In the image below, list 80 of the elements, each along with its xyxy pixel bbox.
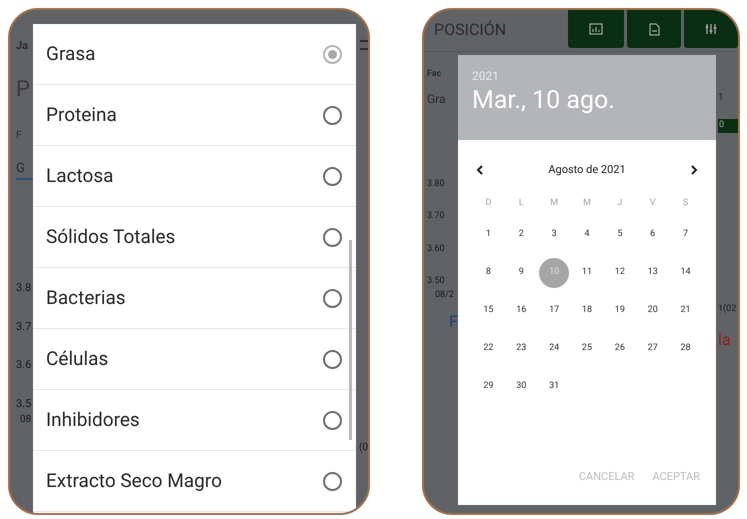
option-row[interactable]: Extracto Seco Magro <box>33 451 356 512</box>
option-row[interactable]: Grasa <box>33 24 356 85</box>
calendar-day[interactable]: 9 <box>506 258 536 288</box>
toolbar-button[interactable] <box>684 10 738 48</box>
weekday-label: M <box>549 196 560 210</box>
calendar-day[interactable]: 17 <box>539 296 570 326</box>
calendar-day[interactable]: 2 <box>506 220 536 250</box>
previous-month-icon[interactable] <box>476 165 483 176</box>
calendar-day[interactable]: 4 <box>572 220 602 250</box>
calendar-day[interactable]: 22 <box>473 334 504 364</box>
calendar-day[interactable]: 6 <box>638 220 668 250</box>
radio-button[interactable] <box>323 472 342 490</box>
backdrop-text: Ja <box>16 38 30 54</box>
sliders-icon <box>705 23 717 35</box>
chart-icon <box>589 23 603 35</box>
radio-button[interactable] <box>323 228 342 246</box>
radio-button[interactable] <box>323 166 342 186</box>
screen-title: POSICIÓN <box>433 19 508 41</box>
calendar-day[interactable]: 13 <box>638 258 668 288</box>
backdrop-text: F <box>16 128 23 142</box>
backdrop-text: 1(02 <box>718 302 738 316</box>
axis-label: 3.80 <box>427 178 446 190</box>
weekday-label: M <box>582 196 592 210</box>
calendar-day[interactable]: 21 <box>670 296 701 326</box>
document-icon <box>648 22 660 36</box>
axis-label: 08/2 <box>435 288 455 302</box>
option-row[interactable]: Proteina <box>33 85 356 146</box>
weekday-label: S <box>682 196 690 210</box>
backdrop-text: Fac <box>427 68 442 81</box>
calendar-day[interactable]: 16 <box>506 296 536 326</box>
radio-button[interactable] <box>323 288 342 308</box>
month-title: Agosto de 2021 <box>548 162 626 178</box>
calendar-day[interactable]: 15 <box>473 296 504 326</box>
backdrop-text: 1 <box>718 91 725 105</box>
calendar-day[interactable]: 25 <box>572 334 602 364</box>
calendar-day[interactable]: 26 <box>604 334 635 364</box>
next-month-icon[interactable] <box>690 165 698 176</box>
backdrop-text: 0 <box>718 119 738 132</box>
backdrop-text: F <box>449 311 459 333</box>
calendar-day[interactable]: 31 <box>539 372 570 402</box>
backdrop-text: (0 <box>358 441 368 455</box>
selected-date: Mar., 10 ago. <box>472 85 616 117</box>
calendar-day[interactable]: 14 <box>670 258 701 288</box>
calendar-day[interactable]: 11 <box>572 258 602 288</box>
axis-label: 3.50 <box>427 275 446 288</box>
calendar-day[interactable]: 28 <box>670 334 701 364</box>
calendar-day[interactable]: 3 <box>539 220 570 250</box>
calendar-day[interactable]: 8 <box>473 258 504 288</box>
weekday-label: D <box>484 196 492 210</box>
axis-label: 3.70 <box>427 210 446 223</box>
backdrop-text: la <box>718 329 732 351</box>
axis-label: 3.8 <box>16 280 32 296</box>
calendar-day[interactable]: 18 <box>572 296 602 326</box>
calendar-day[interactable]: 12 <box>604 258 635 288</box>
axis-label: 3.60 <box>427 242 446 256</box>
toolbar-button[interactable] <box>568 10 624 48</box>
axis-label: 3.7 <box>16 318 32 334</box>
radio-button[interactable] <box>323 410 342 430</box>
axis-label: 08 <box>20 413 32 427</box>
calendar-day[interactable]: 30 <box>506 372 536 402</box>
calendar-day[interactable]: 24 <box>539 334 570 364</box>
backdrop-text: Gra <box>427 90 447 108</box>
weekday-label: J <box>616 196 624 210</box>
calendar-day[interactable]: 23 <box>506 334 536 364</box>
calendar-day[interactable]: 20 <box>638 296 668 326</box>
calendar-day[interactable]: 1 <box>473 220 504 250</box>
calendar-day[interactable]: 27 <box>638 334 668 364</box>
weekday-label: L <box>518 196 525 210</box>
radio-button[interactable] <box>323 106 342 124</box>
option-row[interactable]: Lactosa <box>33 146 356 207</box>
menu-icon <box>360 40 368 50</box>
calendar-day[interactable]: 19 <box>604 296 635 326</box>
calendar-day[interactable]: 5 <box>604 220 635 250</box>
calendar-day[interactable]: 7 <box>670 220 701 250</box>
calendar-day[interactable]: 29 <box>473 372 504 402</box>
radio-button[interactable] <box>323 350 342 368</box>
weekday-label: V <box>648 196 657 210</box>
axis-label: 3.5 <box>16 396 32 412</box>
radio-button[interactable] <box>323 44 342 64</box>
axis-label: 3.6 <box>16 357 32 373</box>
